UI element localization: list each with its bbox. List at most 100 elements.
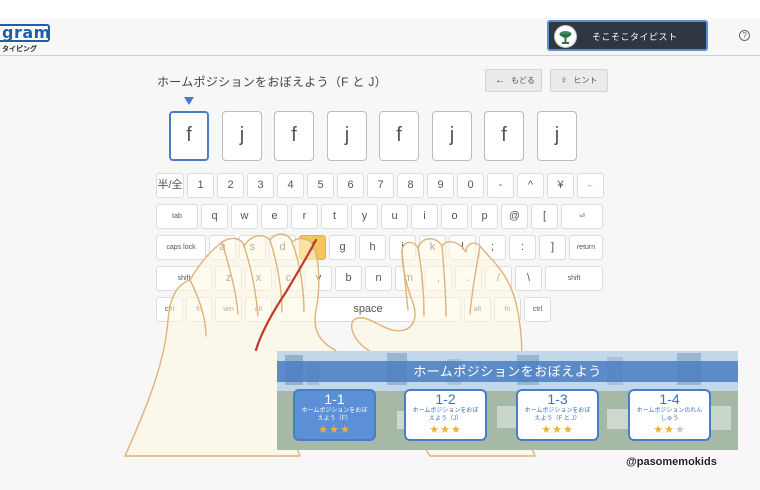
key-space[interactable]: space — [275, 297, 461, 322]
key-i[interactable]: i — [411, 204, 438, 229]
key-6[interactable]: 6 — [337, 173, 364, 198]
key-4[interactable]: 4 — [277, 173, 304, 198]
question-circle-icon[interactable]: ? — [739, 30, 750, 41]
key-t[interactable]: t — [321, 204, 348, 229]
key-7[interactable]: 7 — [367, 173, 394, 198]
star-icon: ★ — [440, 424, 451, 436]
lesson-card-1[interactable]: 1-1 ホームポジションをおぼえよう（F） ★★★ — [293, 389, 376, 441]
key-ctrl[interactable]: ctrl — [156, 297, 183, 322]
key-ctrl[interactable]: ctrl — [524, 297, 551, 322]
key-k[interactable]: k — [419, 235, 446, 260]
star-icon: ★ — [562, 424, 574, 436]
key-9[interactable]: 9 — [427, 173, 454, 198]
lesson-card-2[interactable]: 1-2 ホームポジションをおぼえよう（J） ★★★ — [404, 389, 487, 441]
target-key: j — [537, 111, 577, 161]
star-icon: ★ — [318, 424, 330, 436]
target-key: j — [327, 111, 367, 161]
key-r[interactable]: r — [291, 204, 318, 229]
key-q[interactable]: q — [201, 204, 228, 229]
key-symbol[interactable]: . — [455, 266, 482, 291]
key-3[interactable]: 3 — [247, 173, 274, 198]
key-symbol[interactable]: [ — [531, 204, 558, 229]
key-p[interactable]: p — [471, 204, 498, 229]
lesson-card-4[interactable]: 1-4 ホームポジションのれんしゅう ★★★ — [628, 389, 711, 441]
key-x[interactable]: x — [245, 266, 272, 291]
key-symbol[interactable]: ¥ — [547, 173, 574, 198]
key-win[interactable]: win — [215, 297, 242, 322]
watermark: @pasomemokids — [626, 456, 717, 468]
key-symbol[interactable]: / — [485, 266, 512, 291]
star-icon: ★ — [339, 424, 351, 436]
key-shift[interactable]: shift — [545, 266, 603, 291]
key-w[interactable]: w — [231, 204, 258, 229]
key-symbol[interactable]: ] — [539, 235, 566, 260]
back-button[interactable]: ← もどる — [485, 69, 542, 92]
hint-button[interactable]: ♀ ヒント — [550, 69, 608, 92]
key-tab[interactable]: tab — [156, 204, 198, 229]
target-key: f — [484, 111, 524, 161]
key-8[interactable]: 8 — [397, 173, 424, 198]
key-symbol[interactable]: ^ — [517, 173, 544, 198]
lesson-title: ホームポジションをおぼえよう（F と J） — [157, 75, 387, 89]
lightbulb-icon: ♀ — [560, 75, 568, 86]
star-icon: ★ — [674, 424, 686, 436]
star-icon: ★ — [664, 424, 675, 436]
lesson-number: 1-3 — [547, 391, 568, 407]
key-j[interactable]: j — [389, 235, 416, 260]
key-alt[interactable]: alt — [464, 297, 491, 322]
key-g[interactable]: g — [329, 235, 356, 260]
key-return[interactable]: return — [569, 235, 603, 260]
key-m[interactable]: m — [395, 266, 422, 291]
lesson-panel: ホームポジションをおぼえよう 1-1 ホームポジションをおぼえよう（F） ★★★ 1-… — [277, 351, 738, 450]
target-key: f — [274, 111, 314, 161]
header: gram タイピング そこそこタイピスト ? — [0, 18, 760, 56]
key-0[interactable]: 0 — [457, 173, 484, 198]
key-v[interactable]: v — [305, 266, 332, 291]
key-f[interactable]: f — [299, 235, 326, 260]
target-key: j — [222, 111, 262, 161]
key-symbol[interactable]: - — [487, 173, 514, 198]
key-y[interactable]: y — [351, 204, 378, 229]
panel-title: ホームポジションをおぼえよう — [277, 361, 738, 382]
key-symbol[interactable]: 半/全 — [156, 173, 184, 198]
key-symbol[interactable]: : — [509, 235, 536, 260]
key-u[interactable]: u — [381, 204, 408, 229]
key-alt[interactable]: alt — [245, 297, 272, 322]
rank-badge[interactable]: そこそこタイピスト — [547, 20, 708, 51]
key-fn[interactable]: fn — [186, 297, 212, 322]
star-icon: ★ — [653, 424, 665, 436]
key-n[interactable]: n — [365, 266, 392, 291]
key-shift[interactable]: shift — [156, 266, 212, 291]
key-l[interactable]: l — [449, 235, 476, 260]
key-c[interactable]: c — [275, 266, 302, 291]
key-z[interactable]: z — [215, 266, 242, 291]
target-key: f — [169, 111, 209, 161]
key-a[interactable]: a — [209, 235, 236, 260]
key-h[interactable]: h — [359, 235, 386, 260]
logo-text: gram — [2, 23, 51, 42]
key-fn[interactable]: fn — [494, 297, 521, 322]
lesson-number: 1-4 — [659, 391, 680, 407]
key-caps-lock[interactable]: caps lock — [156, 235, 206, 260]
key-b[interactable]: b — [335, 266, 362, 291]
arrow-left-icon: ← — [495, 75, 505, 86]
key-d[interactable]: d — [269, 235, 296, 260]
key-2[interactable]: 2 — [217, 173, 244, 198]
target-key: j — [432, 111, 472, 161]
key-e[interactable]: e — [261, 204, 288, 229]
key-symbol[interactable]: ; — [479, 235, 506, 260]
key-symbol[interactable]: ⏎ — [561, 204, 603, 229]
star-icon: ★ — [329, 424, 340, 436]
key-s[interactable]: s — [239, 235, 266, 260]
key-o[interactable]: o — [441, 204, 468, 229]
trophy-icon — [554, 25, 577, 48]
app-logo[interactable]: gram タイピング — [0, 24, 52, 54]
logo-subtitle: タイピング — [2, 46, 37, 53]
key-symbol[interactable]: \ — [515, 266, 542, 291]
key-1[interactable]: 1 — [187, 173, 214, 198]
key-symbol[interactable]: ← — [577, 173, 604, 198]
key-symbol[interactable]: , — [425, 266, 452, 291]
key-5[interactable]: 5 — [307, 173, 334, 198]
key-symbol[interactable]: @ — [501, 204, 528, 229]
lesson-card-3[interactable]: 1-3 ホームポジションをおぼえよう（F と J） ★★★ — [516, 389, 599, 441]
